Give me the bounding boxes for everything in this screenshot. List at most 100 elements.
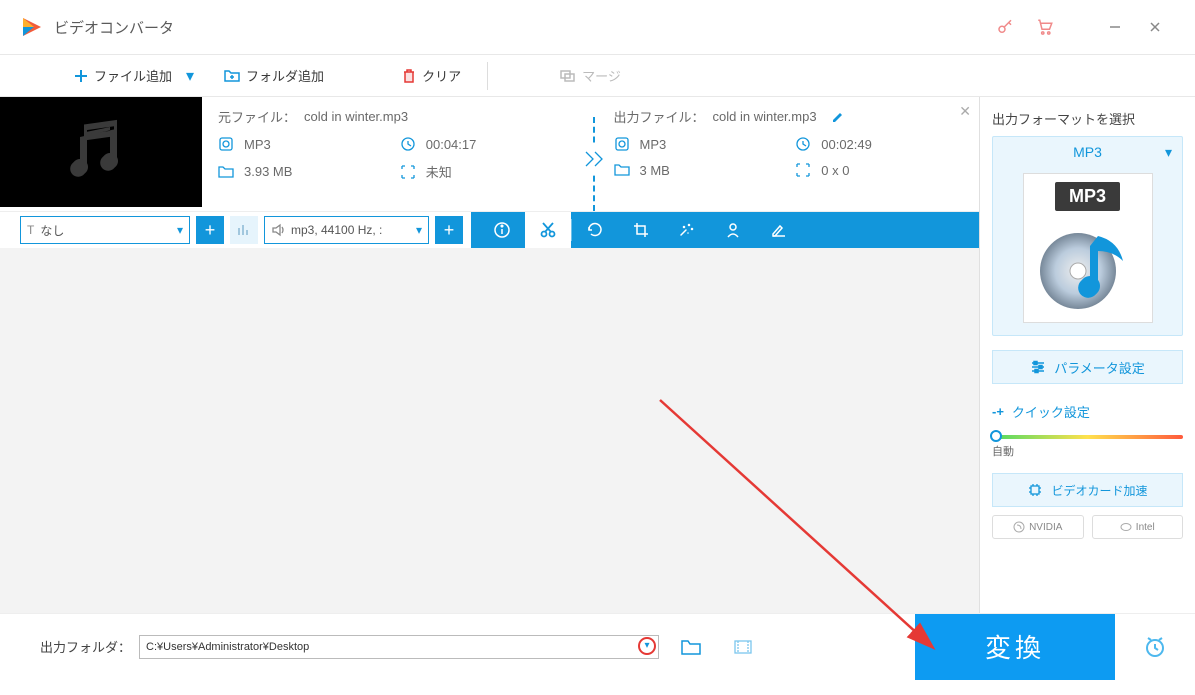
quick-settings-link[interactable]: -+ クイック設定 <box>992 402 1183 421</box>
add-folder-button[interactable]: フォルダ追加 <box>216 62 332 89</box>
source-info-column: 元ファイル： cold in winter.mp3 MP3 00:04:17 3… <box>218 107 574 211</box>
main-toolbar: ファイル追加 ▾ フォルダ追加 クリア マージ <box>0 55 1195 97</box>
add-folder-label: フォルダ追加 <box>246 66 324 85</box>
format-icon <box>218 136 236 152</box>
effects-tool-icon[interactable] <box>664 212 710 248</box>
output-path-value: C:¥Users¥Administrator¥Desktop <box>146 641 309 653</box>
rotate-tool-icon[interactable] <box>572 212 618 248</box>
dimensions-icon <box>795 162 813 178</box>
file-item: 元ファイル： cold in winter.mp3 MP3 00:04:17 3… <box>0 97 979 212</box>
subtitle-value: なし <box>40 222 64 239</box>
cart-icon[interactable] <box>1025 12 1065 42</box>
merge-icon <box>560 69 576 83</box>
open-folder-button[interactable] <box>723 627 763 667</box>
subtitle-dropdown[interactable]: T なし ▾ <box>20 216 190 244</box>
format-tag: MP3 <box>1055 182 1120 211</box>
parameter-settings-button[interactable]: パラメータ設定 <box>992 350 1183 384</box>
close-button[interactable] <box>1135 12 1175 42</box>
file-thumbnail[interactable] <box>0 97 202 207</box>
info-tool-icon[interactable] <box>479 212 525 248</box>
clock-icon <box>795 136 813 152</box>
chevron-down-icon[interactable]: ▾ <box>1165 144 1172 161</box>
bottom-bar: 出力フォルダ： C:¥Users¥Administrator¥Desktop ▾… <box>0 613 1195 679</box>
folder-icon <box>218 165 236 179</box>
merge-button[interactable]: マージ <box>552 62 629 89</box>
intel-badge: Intel <box>1092 515 1184 539</box>
plus-icon <box>74 69 88 83</box>
add-subtitle-button[interactable]: + <box>196 216 224 244</box>
schedule-button[interactable] <box>1115 614 1195 680</box>
output-file-name: cold in winter.mp3 <box>713 109 817 124</box>
gpu-accel-label: ビデオカード加速 <box>1051 482 1147 499</box>
arrow-divider <box>574 107 614 211</box>
file-list-empty-area <box>0 248 979 613</box>
clear-label: クリア <box>422 66 461 85</box>
chip-icon <box>1027 482 1043 498</box>
audio-track-dropdown[interactable]: mp3, 44100 Hz, : ▾ <box>264 216 429 244</box>
window-title: ビデオコンバータ <box>54 17 985 38</box>
sidebar-header: 出力フォーマットを選択 <box>992 109 1183 128</box>
sliders-icon <box>1030 360 1046 374</box>
nvidia-badge: NVIDIA <box>992 515 1084 539</box>
output-size: 3 MB <box>640 163 670 178</box>
app-logo-icon <box>20 15 44 39</box>
add-file-button[interactable]: ファイル追加 <box>66 62 180 89</box>
sidebar: 出力フォーマットを選択 MP3 ▾ MP3 <box>980 97 1195 613</box>
source-file-name: cold in winter.mp3 <box>304 109 408 124</box>
gpu-accel-button[interactable]: ビデオカード加速 <box>992 473 1183 507</box>
remove-file-icon[interactable]: ✕ <box>959 103 971 120</box>
format-icon <box>614 136 632 152</box>
audio-track-value: mp3, 44100 Hz, : <box>291 223 382 237</box>
add-audio-button[interactable]: + <box>435 216 463 244</box>
parameter-settings-label: パラメータ設定 <box>1054 358 1145 377</box>
chevron-down-icon: ▾ <box>416 223 422 237</box>
output-dimensions: 0 x 0 <box>821 163 849 178</box>
output-path-input[interactable]: C:¥Users¥Administrator¥Desktop ▾ <box>139 635 659 659</box>
source-dimensions: 未知 <box>426 162 452 181</box>
crop-tool-icon[interactable] <box>618 212 664 248</box>
activate-key-icon[interactable] <box>985 12 1025 42</box>
speaker-icon <box>271 223 285 237</box>
watermark-tool-icon[interactable] <box>710 212 756 248</box>
text-icon: T <box>27 223 34 237</box>
subtitle-settings-button[interactable] <box>230 216 258 244</box>
toolbar-separator <box>487 62 488 90</box>
convert-label: 変換 <box>985 628 1045 665</box>
folder-plus-icon <box>224 69 240 83</box>
trash-icon <box>402 68 416 84</box>
source-size: 3.93 MB <box>244 164 292 179</box>
music-note-icon <box>66 117 136 187</box>
subtitle-tool-icon[interactable] <box>756 212 802 248</box>
add-file-dropdown-icon[interactable]: ▾ <box>186 66 194 86</box>
chevron-right-icon <box>582 145 606 173</box>
dimensions-icon <box>400 164 418 180</box>
chevron-down-icon: ▾ <box>177 223 183 237</box>
path-dropdown-icon[interactable]: ▾ <box>638 637 656 655</box>
browse-folder-button[interactable] <box>671 627 711 667</box>
clock-icon <box>400 136 418 152</box>
edit-toolbar: T なし ▾ + mp3, 44100 Hz, : ▾ + <box>0 212 979 248</box>
titlebar: ビデオコンバータ <box>0 0 1195 55</box>
source-format: MP3 <box>244 137 271 152</box>
edit-filename-icon[interactable] <box>831 110 845 124</box>
slider-thumb[interactable] <box>990 430 1002 442</box>
folder-icon <box>614 163 632 177</box>
plus-minus-icon: -+ <box>992 404 1004 419</box>
output-file-label: 出力ファイル： <box>614 107 705 126</box>
quality-slider[interactable] <box>992 435 1183 439</box>
output-info-column: 出力ファイル： cold in winter.mp3 MP3 00:02:49 … <box>614 107 970 211</box>
minimize-button[interactable] <box>1095 12 1135 42</box>
merge-label: マージ <box>582 66 621 85</box>
source-duration: 00:04:17 <box>426 137 477 152</box>
cut-tool-icon[interactable] <box>525 212 571 248</box>
source-file-label: 元ファイル： <box>218 107 296 126</box>
add-file-label: ファイル追加 <box>94 66 172 85</box>
clear-button[interactable]: クリア <box>394 62 469 89</box>
convert-button[interactable]: 変換 <box>915 614 1115 680</box>
output-format: MP3 <box>640 137 667 152</box>
format-preview: MP3 <box>1023 173 1153 323</box>
quick-settings-label: クイック設定 <box>1012 402 1090 421</box>
disc-icon <box>1038 221 1138 311</box>
output-format-card[interactable]: MP3 ▾ MP3 <box>992 136 1183 336</box>
output-format-label: MP3 <box>1073 144 1102 160</box>
